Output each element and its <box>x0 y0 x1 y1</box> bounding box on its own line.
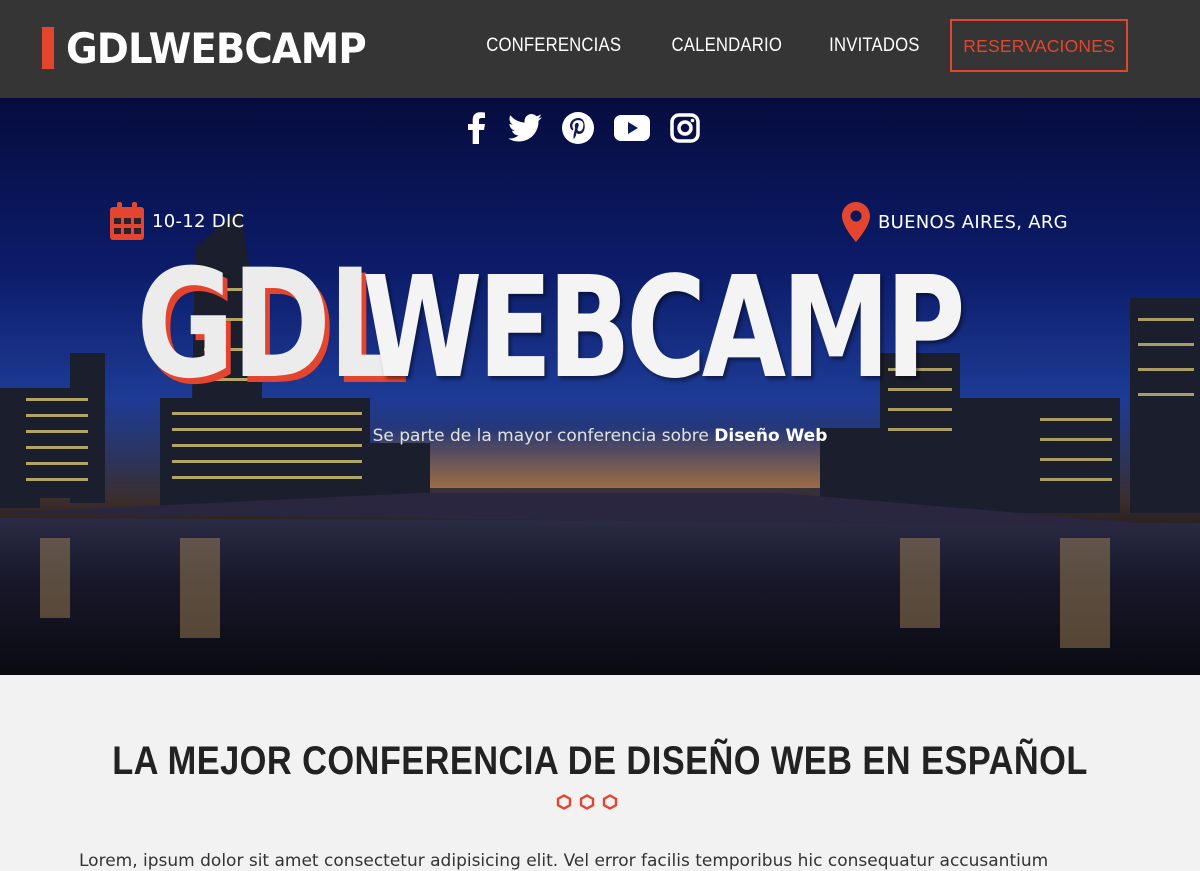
event-date-text: 10-12 DIC <box>152 210 245 232</box>
hexagon-icon <box>579 794 595 810</box>
hero-title-webcamp: WEBCAMP <box>361 247 966 410</box>
hexagon-icon <box>602 794 618 810</box>
nav-link-calendario[interactable]: CALENDARIO <box>671 35 781 57</box>
map-marker-icon <box>842 202 870 242</box>
site-logo[interactable]: GDLWEBCAMP <box>42 22 392 74</box>
logo-text: GDLWEBCAMP <box>66 23 367 73</box>
main-nav: CONFERENCIAS CALENDARIO INVITADOS RESERV… <box>443 19 1128 72</box>
site-header: GDLWEBCAMP CONFERENCIAS CALENDARIO INVIT… <box>0 0 1200 98</box>
section-divider <box>556 794 625 810</box>
hero-tagline-text: Se parte de la mayor conferencia sobre <box>372 426 715 446</box>
reservaciones-button[interactable]: RESERVACIONES <box>950 19 1128 72</box>
nav-link-conferencias[interactable]: CONFERENCIAS <box>486 35 621 57</box>
nav-link-invitados[interactable]: INVITADOS <box>830 35 920 57</box>
hero-title: GDLWEBCAMP <box>0 238 1200 428</box>
pinterest-icon[interactable] <box>562 112 594 148</box>
calendar-icon <box>110 202 144 240</box>
event-location: BUENOS AIRES, ARG <box>842 202 1068 242</box>
instagram-icon[interactable] <box>670 112 700 148</box>
hexagon-icon <box>556 794 572 810</box>
section-title: LA MEJOR CONFERENCIA DE DISEÑO WEB EN ES… <box>112 739 1088 783</box>
facebook-icon[interactable] <box>464 112 488 148</box>
event-location-text: BUENOS AIRES, ARG <box>878 211 1068 233</box>
event-date: 10-12 DIC <box>110 202 244 240</box>
hero-tagline: Se parte de la mayor conferencia sobre D… <box>0 426 1200 446</box>
intro-paragraph: Lorem, ipsum dolor sit amet consectetur … <box>79 851 1049 871</box>
youtube-icon[interactable] <box>614 112 650 148</box>
twitter-icon[interactable] <box>508 112 542 148</box>
intro-section: LA MEJOR CONFERENCIA DE DISEÑO WEB EN ES… <box>0 675 1200 871</box>
logo-accent-bar <box>42 27 54 69</box>
hero-tagline-emphasis: Diseño Web <box>714 426 828 446</box>
social-links <box>464 112 720 148</box>
hero-section: 10-12 DIC BUENOS AIRES, ARG GDLWEBCAMP S… <box>0 98 1200 675</box>
